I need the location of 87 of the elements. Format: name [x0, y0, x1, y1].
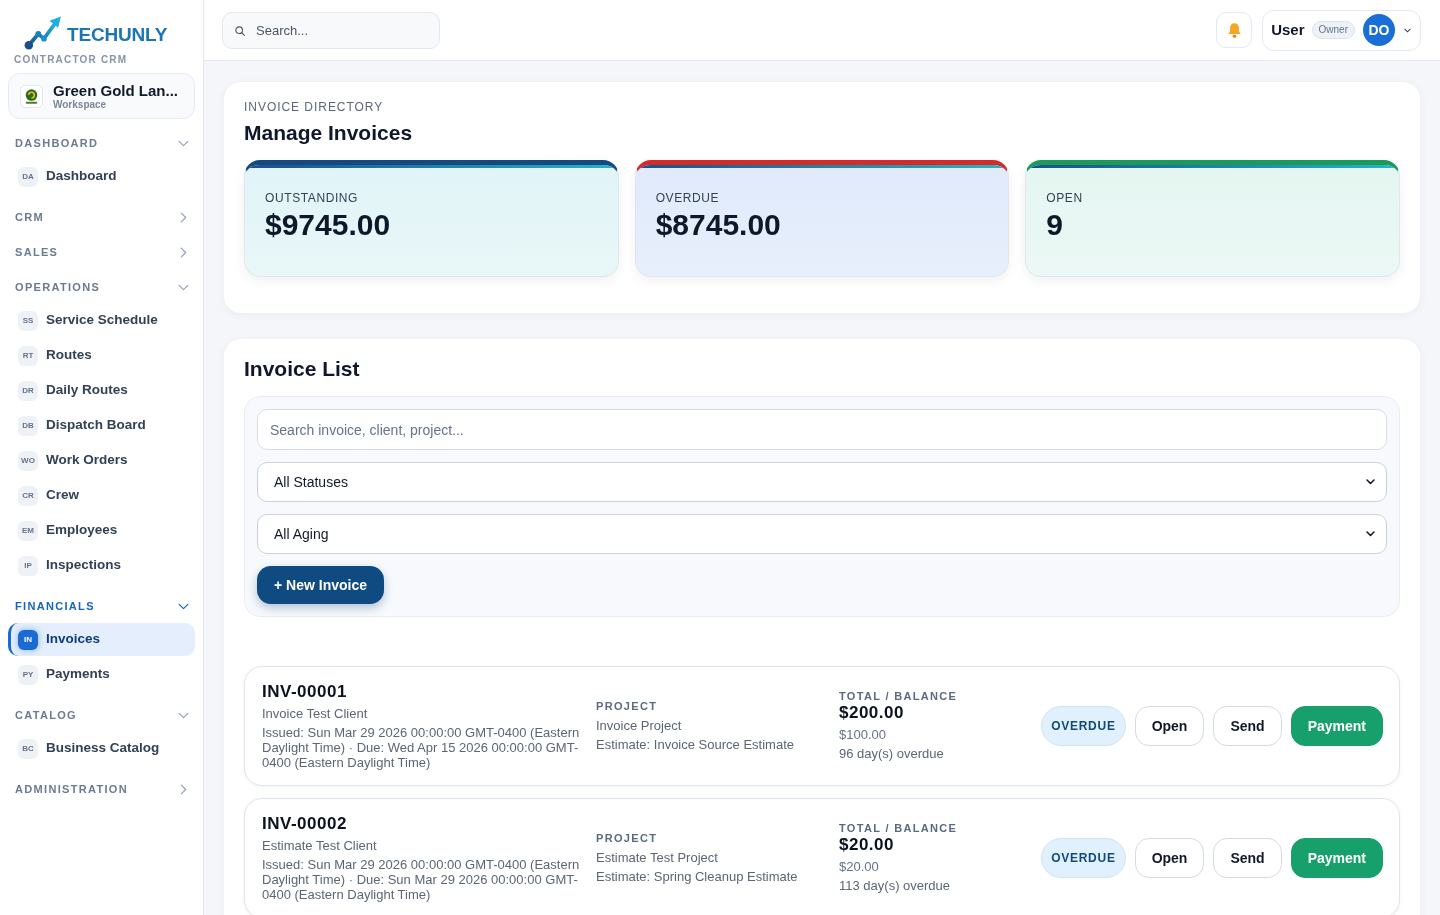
stat-label: OPEN: [1046, 190, 1084, 206]
initials-tile: CR: [18, 485, 38, 506]
bell-icon: [1227, 22, 1241, 38]
nav-item[interactable]: WO Work Orders: [8, 444, 195, 477]
column-label: TOTAL / BALANCE: [839, 689, 959, 703]
filter-dropdown[interactable]: All Statuses: [257, 462, 1387, 502]
estimate-name: Estimate: Spring Cleanup Estimate: [596, 867, 799, 886]
invoice-dates: Issued: Sun Mar 29 2026 00:00:00 GMT-0400 (Eastern Daylight Time) · Due: Wed Apr 15 2026 00:00:00 GMT-0400 (Eastern Daylight Time): [262, 725, 581, 770]
initials-tile: DB: [18, 415, 38, 436]
column-label: PROJECT: [596, 830, 659, 845]
nav-item[interactable]: SS Service Schedule: [8, 304, 195, 337]
nav-item[interactable]: IN Invoices: [8, 623, 195, 656]
nav-section-toggle[interactable]: CRM: [8, 202, 195, 232]
action-button[interactable]: Send: [1213, 706, 1282, 746]
initials-tile: IP: [18, 555, 38, 576]
initials-tile: SS: [18, 310, 38, 331]
workspace-logo-icon: [20, 84, 43, 108]
search-icon: [235, 25, 245, 36]
initials-tile: RT: [18, 345, 38, 366]
status-badge: OVERDUE: [1041, 706, 1126, 746]
nav-item[interactable]: IP Inspections: [8, 549, 195, 582]
initials-tile: WO: [18, 450, 38, 471]
initials-tile: DR: [18, 380, 38, 401]
nav-item[interactable]: CR Crew: [8, 479, 195, 512]
caret-icon: [1404, 27, 1411, 33]
logo-icon: [24, 16, 62, 50]
balance-amount: $100.00: [839, 726, 887, 744]
initials-tile: IN: [18, 629, 38, 650]
nav-section-toggle[interactable]: ADMINISTRATION: [8, 774, 195, 804]
aging-text: 113 day(s) overdue: [839, 877, 952, 895]
workspace-label: Workspace: [53, 98, 108, 111]
page-title: Manage Invoices: [244, 120, 414, 145]
invoice-number: INV-00002: [262, 814, 348, 834]
stat-value: $9745.00: [265, 208, 392, 242]
column-label: TOTAL / BALANCE: [839, 821, 959, 835]
role-badge: Owner: [1311, 21, 1355, 39]
chevron-down-icon: [1366, 479, 1375, 485]
brand-tagline: CONTRACTOR CRM: [13, 54, 129, 66]
initials-tile: DA: [18, 166, 38, 187]
chevron-down-icon: [1366, 531, 1375, 537]
stat-label: OUTSTANDING: [265, 190, 360, 206]
nav-section-toggle[interactable]: CATALOG: [8, 700, 195, 730]
filter-dropdown[interactable]: All Aging: [257, 514, 1387, 554]
total-amount: $200.00: [839, 703, 905, 723]
action-button[interactable]: Open: [1134, 838, 1205, 878]
status-badge: OVERDUE: [1041, 838, 1126, 878]
invoice-search-field[interactable]: Search invoice, client, project...: [257, 409, 1387, 450]
user-menu-button[interactable]: User Owner DO: [1262, 9, 1421, 51]
section-eyebrow: INVOICE DIRECTORY: [244, 99, 385, 115]
nav-item[interactable]: BC Business Catalog: [8, 732, 195, 765]
estimate-name: Estimate: Invoice Source Estimate: [596, 735, 795, 754]
notifications-button[interactable]: [1216, 12, 1253, 48]
invoice-number: INV-00001: [262, 682, 348, 702]
column-label: PROJECT: [596, 698, 659, 713]
nav-item[interactable]: EM Employees: [8, 514, 195, 547]
workspace-switcher[interactable]: Green Gold Lan... Workspace: [8, 73, 195, 119]
avatar: DO: [1363, 14, 1395, 46]
project-name: Estimate Test Project: [596, 848, 719, 867]
project-name: Invoice Project: [596, 716, 683, 735]
stat-value: 9: [1046, 208, 1064, 242]
action-button[interactable]: Open: [1134, 706, 1205, 746]
brand-name: TECHUNLY: [67, 22, 168, 47]
balance-amount: $20.00: [839, 858, 880, 876]
initials-tile: EM: [18, 520, 38, 541]
search-field[interactable]: Search...: [222, 11, 440, 49]
nav-section-toggle[interactable]: FINANCIALS: [8, 591, 195, 621]
initials-tile: PY: [18, 664, 38, 685]
action-button[interactable]: Send: [1213, 838, 1282, 878]
nav-item[interactable]: PY Payments: [8, 658, 195, 691]
invoice-dates: Issued: Sun Mar 29 2026 00:00:00 GMT-0400 (Eastern Daylight Time) · Due: Sun Mar 29 2026 00:00:00 GMT-0400 (Eastern Daylight Time): [262, 857, 581, 902]
section-title: Invoice List: [244, 357, 361, 381]
nav-item[interactable]: DR Daily Routes: [8, 374, 195, 407]
new-invoice-button[interactable]: + New Invoice: [257, 566, 384, 604]
client-name: Invoice Test Client: [262, 705, 369, 723]
workspace-name: Green Gold Lan...: [53, 81, 179, 99]
nav-section-toggle[interactable]: SALES: [8, 237, 195, 267]
initials-tile: BC: [18, 738, 38, 759]
nav-section-toggle[interactable]: DASHBOARD: [8, 128, 195, 158]
nav-section-toggle[interactable]: OPERATIONS: [8, 272, 195, 302]
nav-item[interactable]: RT Routes: [8, 339, 195, 372]
nav-item[interactable]: DB Dispatch Board: [8, 409, 195, 442]
nav-item[interactable]: DA Dashboard: [8, 160, 195, 193]
stat-label: OVERDUE: [655, 190, 721, 206]
total-amount: $20.00: [839, 835, 895, 855]
client-name: Estimate Test Client: [262, 837, 378, 855]
stat-value: $8745.00: [655, 208, 782, 242]
aging-text: 96 day(s) overdue: [839, 745, 945, 763]
